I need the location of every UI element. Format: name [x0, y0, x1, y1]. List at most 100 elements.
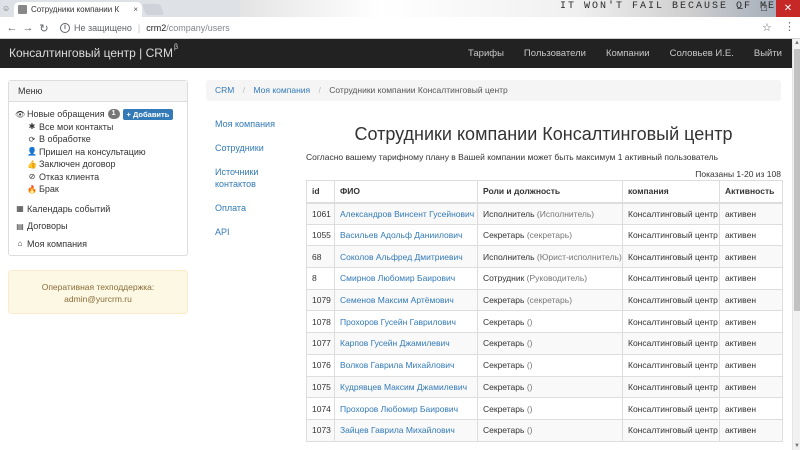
user-icon: 👤 [27, 147, 37, 157]
cell-company: Консалтинговый центр [622, 418, 720, 442]
url-input[interactable]: i Не защищено | crm2 /company/users [56, 20, 776, 36]
cell-status: активен [719, 332, 783, 355]
role-position: () [526, 316, 533, 327]
subnav-employees[interactable]: Сотрудники [215, 142, 295, 154]
table-row[interactable]: 1055 Васильев Адольф Даниилович Секретарь … [306, 223, 783, 247]
role-name: Секретарь [483, 381, 525, 392]
sidebar-item-all-contacts[interactable]: ✱ Все мои контакты [15, 121, 187, 134]
brand-link[interactable]: Консалтинговый центр | CRMβ [9, 44, 178, 60]
page-scrollbar[interactable]: ▲ ▼ [792, 39, 800, 450]
breadcrumb-crm[interactable]: CRM [215, 85, 234, 95]
subnav-api[interactable]: API [215, 226, 295, 238]
table-row[interactable]: 1077 Карпов Гусейн Джамилевич Секретарь ()… [306, 332, 783, 355]
subnav-contact-sources[interactable]: Источники контактов [215, 166, 295, 190]
subnav-my-company[interactable]: Моя компания [215, 118, 295, 130]
support-title: Оперативная техподдержка: [41, 282, 155, 292]
nav-companies[interactable]: Компании [596, 39, 660, 68]
cell-role: Секретарь () [477, 310, 623, 334]
breadcrumb-my-company[interactable]: Моя компания [253, 85, 310, 95]
maximize-icon[interactable]: □ [752, 0, 776, 17]
role-name: Секретарь [483, 316, 525, 327]
table-row[interactable]: 8 Смирнов Любомир Баирович Сотрудник (Руко… [306, 267, 783, 290]
cell-status: активен [719, 418, 783, 442]
add-request-button[interactable]: + Добавить [122, 108, 174, 120]
asterisk-icon: ✱ [28, 122, 36, 132]
plan-limit-text: Согласно вашему тарифному плану в Вашей … [306, 152, 719, 162]
sidebar-item-new-requests[interactable]: 👁 Новые обращения 1 + Добавить [15, 108, 187, 121]
employee-name-link[interactable]: Смирнов Любомир Баирович [334, 267, 478, 290]
nav-profile[interactable]: Соловьев И.Е. [660, 39, 744, 68]
column-header-status[interactable]: Активность [719, 180, 783, 204]
cell-id: 1079 [306, 288, 335, 312]
sidebar-item-contract-signed[interactable]: 👍 Заключен договор [15, 158, 187, 171]
sidebar-item-client-refusal[interactable]: ⊘ Отказ клиента [15, 171, 187, 184]
employee-name-link[interactable]: Прохоров Гусейн Гаврилович [334, 310, 478, 334]
nav-logout[interactable]: Выйти [744, 39, 792, 68]
sidebar-body: 👁 Новые обращения 1 + Добавить ✱ Все мои… [9, 102, 187, 250]
employee-name-link[interactable]: Александров Винсент Гусейнович [334, 202, 478, 225]
users-table: id ФИО Роли и должность компания Активно… [306, 180, 783, 442]
table-row[interactable]: 1076 Волков Гаврила Михайлович Секретарь (… [306, 353, 783, 377]
tab-close-icon[interactable]: × [133, 5, 138, 14]
nav-users[interactable]: Пользователи [514, 39, 596, 68]
employee-name-link[interactable]: Зайцев Гаврила Михайлович [334, 418, 478, 442]
sidebar-item-contracts[interactable]: ▤ Договоры [15, 220, 187, 233]
sidebar-item-defect[interactable]: 🔥 Брак [15, 183, 187, 196]
table-row[interactable]: 68 Соколов Альфред Дмитриевич Исполнитель … [306, 245, 783, 269]
info-icon[interactable]: i [60, 23, 70, 33]
scrollbar-thumb[interactable] [794, 49, 800, 311]
sidebar-item-label: В обработке [39, 134, 91, 145]
close-window-icon[interactable]: ✕ [776, 0, 800, 17]
cell-status: активен [719, 202, 783, 225]
forward-arrow-icon[interactable]: → [20, 20, 36, 36]
employee-name-link[interactable]: Семенов Максим Артёмович [334, 288, 478, 312]
cell-id: 68 [306, 245, 335, 269]
nav-tariffs[interactable]: Тарифы [458, 39, 514, 68]
cell-role: Секретарь () [477, 353, 623, 377]
reload-icon[interactable]: ↻ [36, 20, 52, 36]
employee-name-link[interactable]: Волков Гаврила Михайлович [334, 353, 478, 377]
column-header-id[interactable]: id [306, 180, 335, 204]
back-arrow-icon[interactable]: ← [4, 20, 20, 36]
browser-tab[interactable]: Сотрудники компании К × [14, 2, 142, 17]
cell-id: 1077 [306, 332, 335, 355]
column-header-role[interactable]: Роли и должность [477, 180, 623, 204]
sidebar-item-label: Календарь событий [27, 203, 111, 214]
bookmark-star-icon[interactable]: ☆ [762, 21, 772, 34]
employee-name-link[interactable]: Прохоров Любомир Баирович [334, 397, 478, 420]
scroll-up-icon[interactable]: ▲ [793, 40, 800, 46]
url-path: /company/users [166, 23, 230, 33]
support-email[interactable]: admin@yurcrm.ru [9, 293, 187, 305]
sidebar-item-calendar[interactable]: ▦ Календарь событий [15, 203, 187, 216]
sidebar-item-label: Заключен договор [39, 159, 116, 170]
sidebar-item-my-company[interactable]: ⌂ Моя компания [15, 238, 187, 251]
table-row[interactable]: 1079 Семенов Максим Артёмович Секретарь (с… [306, 288, 783, 312]
cell-company: Консалтинговый центр [622, 223, 720, 247]
employee-name-link[interactable]: Соколов Альфред Дмитриевич [334, 245, 478, 269]
role-position: (секретарь) [526, 295, 573, 306]
cell-company: Консалтинговый центр [622, 397, 720, 420]
subnav-payment[interactable]: Оплата [215, 202, 295, 214]
cell-status: активен [719, 245, 783, 269]
table-row[interactable]: 1074 Прохоров Любомир Баирович Секретарь (… [306, 397, 783, 420]
browser-menu-icon[interactable]: ⋮ [784, 20, 795, 33]
new-requests-badge: 1 [107, 109, 120, 120]
table-row[interactable]: 1075 Кудрявцев Максим Джамилевич Секретарь… [306, 375, 783, 399]
table-row[interactable]: 1061 Александров Винсент Гусейнович Исполн… [306, 202, 783, 225]
column-header-name[interactable]: ФИО [334, 180, 478, 204]
browser-tab-bar: IT WON'T FAIL BECAUSE OF ME ☺ Сотрудники… [0, 0, 800, 17]
scroll-down-icon[interactable]: ▼ [793, 443, 800, 449]
column-header-company[interactable]: компания [622, 180, 720, 204]
sidebar-item-consultation[interactable]: 👤 Пришел на консультацию [15, 146, 187, 159]
employee-name-link[interactable]: Карпов Гусейн Джамилевич [334, 332, 478, 355]
employee-name-link[interactable]: Кудрявцев Максим Джамилевич [334, 375, 478, 399]
minimize-icon[interactable]: – [728, 0, 752, 17]
table-row[interactable]: 1073 Зайцев Гаврила Михайлович Секретарь (… [306, 418, 783, 442]
company-subnav: Моя компания Сотрудники Источники контак… [215, 118, 295, 238]
role-position: () [526, 338, 533, 349]
sidebar-item-in-progress[interactable]: ⟳ В обработке [15, 133, 187, 146]
employee-name-link[interactable]: Васильев Адольф Даниилович [334, 223, 478, 247]
new-tab-button[interactable] [141, 4, 165, 15]
profile-icon[interactable]: ☺ [2, 4, 12, 13]
table-row[interactable]: 1078 Прохоров Гусейн Гаврилович Секретарь … [306, 310, 783, 334]
